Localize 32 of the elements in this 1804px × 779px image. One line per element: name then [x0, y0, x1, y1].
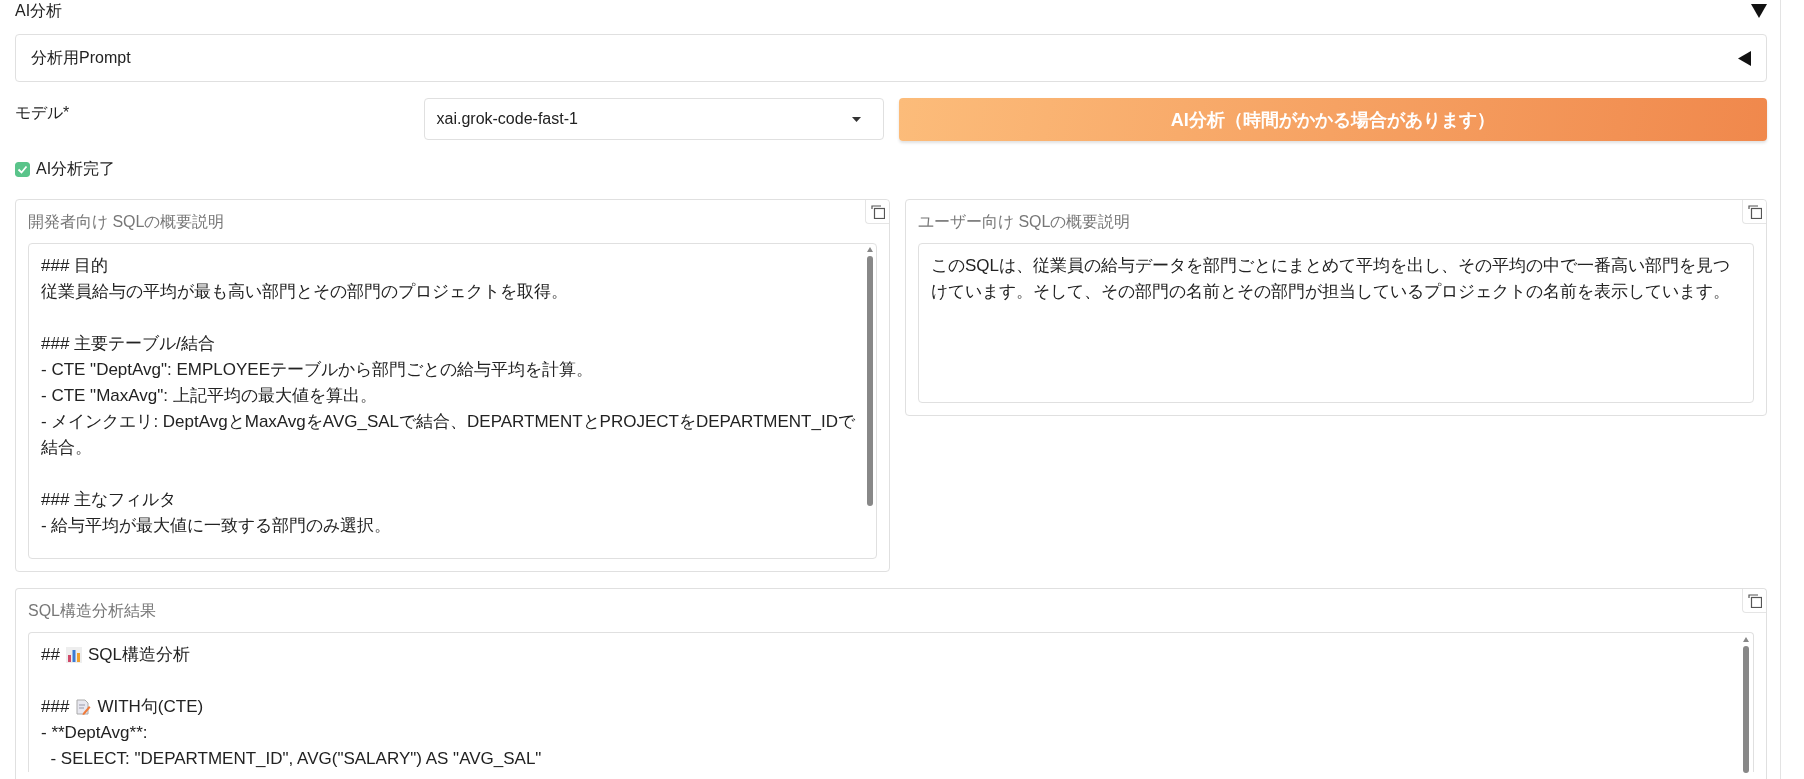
copy-button[interactable] [1742, 589, 1766, 613]
text-area[interactable]: ### 目的 従業員給与の平均が最も高い部門とその部門のプロジェクトを取得。 ### 主要テーブル/結合 - CTE "DeptAvg": EMPLOYEEテーブルから部門ごとの給与平均を計算。 - CTE "MaxAvg": 上記平均の最大値を算出。 - メインクエリ: DeptAvgとMaxAvgをAVG_SALで結合、DEPARTMENTとPROJECTをDEPARTMENT_IDで 結合。 ### 主なフィルタ - 給与平均が最大値に一致する部門のみ選択。 [28, 243, 877, 559]
text-line: WITH句(CTE) [97, 696, 204, 718]
prompt-accordion[interactable]: 分析用Prompt [15, 34, 1767, 82]
copy-icon [1747, 593, 1762, 608]
memo-icon [75, 699, 92, 715]
caret-icon [851, 116, 861, 122]
text-area[interactable]: ## SQL構造分析 ### WITH句(CTE) - **DeptAvg**: - SELECT: "DEPARTMENT_ID", AVG("SALARY") AS "AVG_SAL" [28, 632, 1754, 772]
bar-chart-icon [65, 647, 82, 663]
panel-label: SQL構造分析結果 [28, 601, 157, 621]
dropdown-value: xai.grok-code-fast-1 [436, 110, 578, 128]
panel-label: 開発者向け SQLの概要説明 [28, 212, 226, 232]
heading-marker: ## [41, 644, 60, 666]
checkbox-label: AI分析完了 [36, 159, 116, 179]
text-line: - **DeptAvg**: [41, 722, 148, 744]
panel-label: ユーザー向け SQLの概要説明 [918, 212, 1132, 232]
copy-icon [870, 204, 885, 219]
copy-button[interactable] [1742, 200, 1766, 224]
section-title[interactable]: AI分析 [15, 0, 63, 22]
expand-arrow-icon[interactable] [1738, 50, 1751, 66]
scrollbar[interactable] [1742, 637, 1750, 773]
copy-icon [1747, 204, 1762, 219]
copy-button[interactable] [865, 200, 889, 224]
text-line: SQL構造分析 [87, 644, 190, 666]
accordion-title: 分析用Prompt [31, 47, 131, 68]
field-label: モデル* [15, 103, 70, 123]
checkbox[interactable] [15, 162, 30, 177]
heading-marker: ### [41, 696, 70, 718]
collapse-arrow-icon[interactable] [1751, 4, 1767, 18]
text-area[interactable]: このSQLは、従業員の給与データを部門ごとにまとめて平均を出し、その平均の中で一番高い部門を見つ けています。そして、その部門の名前とその部門が担当しているプロジェクトの名前を表示しています。 [918, 243, 1754, 403]
text-line: - SELECT: "DEPARTMENT_ID", AVG("SALARY") AS "AVG_SAL" [49, 748, 542, 770]
model-dropdown[interactable]: xai.grok-code-fast-1 [423, 98, 884, 140]
